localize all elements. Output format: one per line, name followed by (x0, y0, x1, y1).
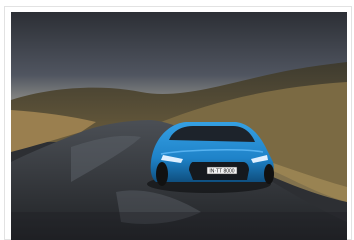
image-frame: IN·TT 8000 (4, 6, 352, 240)
right-wheel (264, 164, 274, 184)
car-photo: IN·TT 8000 (11, 12, 347, 240)
left-wheel (156, 162, 168, 186)
photo-scene: IN·TT 8000 (11, 12, 347, 240)
foreground-shade (11, 212, 347, 240)
license-plate-text: IN·TT 8000 (209, 169, 234, 175)
windshield (169, 126, 255, 142)
